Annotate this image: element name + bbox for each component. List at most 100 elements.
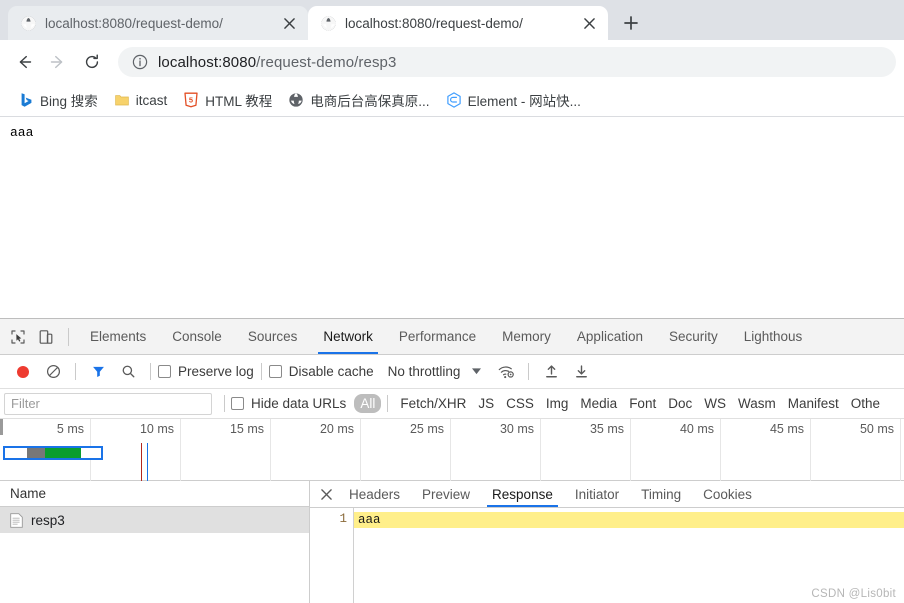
close-icon[interactable] xyxy=(280,14,298,32)
divider xyxy=(150,363,151,380)
close-icon[interactable] xyxy=(314,482,338,506)
browser-tab-2-title: localhost:8080/request-demo/ xyxy=(345,16,572,31)
filter-type-js[interactable]: JS xyxy=(472,394,500,413)
tab-security[interactable]: Security xyxy=(656,319,731,354)
tab-performance[interactable]: Performance xyxy=(386,319,489,354)
reload-icon[interactable] xyxy=(76,46,108,78)
new-tab-button[interactable] xyxy=(616,8,646,38)
tab-response[interactable]: Response xyxy=(481,481,564,507)
browser-window: localhost:8080/request-demo/ localhost:8… xyxy=(0,0,904,603)
tab-cookies-label: Cookies xyxy=(703,487,752,502)
funnel-icon[interactable] xyxy=(83,359,113,385)
bookmark-itcast[interactable]: itcast xyxy=(106,89,176,111)
timeline-tick-label: 45 ms xyxy=(770,422,810,436)
tab-response-label: Response xyxy=(492,487,553,502)
filter-type-other-label: Othe xyxy=(851,396,880,411)
filter-type-other[interactable]: Othe xyxy=(845,394,886,413)
filter-type-img[interactable]: Img xyxy=(540,394,575,413)
record-stop-icon[interactable] xyxy=(8,359,38,385)
search-input[interactable]: Filter xyxy=(4,393,212,415)
bookmark-ecommerce[interactable]: 电商后台高保真原... xyxy=(280,87,437,113)
filter-type-all[interactable]: All xyxy=(354,394,381,413)
arrow-left-icon[interactable] xyxy=(8,46,40,78)
filter-type-fetch-xhr[interactable]: Fetch/XHR xyxy=(394,394,472,413)
tab-preview[interactable]: Preview xyxy=(411,481,481,507)
address-bar[interactable]: localhost:8080/request-demo/resp3 xyxy=(118,47,896,77)
throttling-select[interactable]: No throttling xyxy=(388,364,461,379)
filter-type-wasm[interactable]: Wasm xyxy=(732,394,782,413)
timing-segment-wait xyxy=(27,448,45,458)
bookmark-bing[interactable]: Bing 搜索 xyxy=(10,87,106,113)
timeline-tick-label: 50 ms xyxy=(860,422,900,436)
request-list-header[interactable]: Name xyxy=(0,481,309,507)
request-detail-pane: Headers Preview Response Initiator Timin… xyxy=(310,481,904,603)
globe-icon xyxy=(288,92,304,108)
filter-type-font[interactable]: Font xyxy=(623,394,662,413)
devtools-tab-bar: Elements Console Sources Network Perform… xyxy=(0,319,904,355)
divider xyxy=(528,363,529,380)
page-body-text: aaa xyxy=(10,125,894,140)
chevron-down-icon[interactable] xyxy=(472,367,481,377)
device-toolbar-icon[interactable] xyxy=(32,323,60,351)
timeline-gridline xyxy=(270,419,271,481)
close-icon[interactable] xyxy=(580,14,598,32)
browser-tab-2[interactable]: localhost:8080/request-demo/ xyxy=(308,6,608,40)
upload-arrow-icon[interactable] xyxy=(536,359,566,385)
clear-icon[interactable] xyxy=(38,359,68,385)
tab-memory[interactable]: Memory xyxy=(489,319,564,354)
table-row[interactable]: resp3 xyxy=(0,507,309,533)
bookmark-itcast-label: itcast xyxy=(136,93,168,108)
hide-data-urls-checkbox[interactable]: Hide data URLs xyxy=(231,396,346,411)
checkbox-box[interactable] xyxy=(269,365,282,378)
timeline-origin-marker xyxy=(0,419,3,435)
timeline-tick-label: 20 ms xyxy=(320,422,360,436)
tab-network[interactable]: Network xyxy=(310,319,386,354)
filter-type-css[interactable]: CSS xyxy=(500,394,540,413)
disable-cache-label: Disable cache xyxy=(289,364,374,379)
page-content: aaa xyxy=(0,117,904,297)
divider xyxy=(224,395,225,412)
timeline-gridline xyxy=(360,419,361,481)
filter-type-media-label: Media xyxy=(580,396,617,411)
request-name: resp3 xyxy=(31,513,65,528)
tab-headers[interactable]: Headers xyxy=(338,481,411,507)
bookmark-html-tutorial[interactable]: 5 HTML 教程 xyxy=(175,87,280,113)
tab-elements[interactable]: Elements xyxy=(77,319,159,354)
disable-cache-checkbox[interactable]: Disable cache xyxy=(269,364,374,379)
network-bottom-split: Name resp3 Heade xyxy=(0,481,904,603)
filter-type-manifest[interactable]: Manifest xyxy=(782,394,845,413)
bookmarks-bar: Bing 搜索 itcast 5 HTML 教程 xyxy=(0,84,904,117)
tab-initiator[interactable]: Initiator xyxy=(564,481,630,507)
tab-lighthouse[interactable]: Lighthous xyxy=(731,319,816,354)
tab-cookies[interactable]: Cookies xyxy=(692,481,763,507)
network-overview-timeline[interactable]: 5 ms 10 ms 15 ms 20 ms 25 ms 30 ms 35 ms… xyxy=(0,419,904,481)
arrow-right-icon[interactable] xyxy=(42,46,74,78)
info-circle-icon[interactable] xyxy=(132,54,148,70)
bookmark-element[interactable]: Element - 网站快... xyxy=(438,87,589,113)
checkbox-box[interactable] xyxy=(158,365,171,378)
checkbox-box[interactable] xyxy=(231,397,244,410)
html5-icon: 5 xyxy=(183,92,199,108)
tab-application[interactable]: Application xyxy=(564,319,656,354)
download-arrow-icon[interactable] xyxy=(566,359,596,385)
timeline-tick-label: 25 ms xyxy=(410,422,450,436)
bookmark-bing-label: Bing 搜索 xyxy=(40,90,98,110)
timeline-tick-label: 40 ms xyxy=(680,422,720,436)
tab-console[interactable]: Console xyxy=(159,319,235,354)
preserve-log-checkbox[interactable]: Preserve log xyxy=(158,364,254,379)
browser-tab-1[interactable]: localhost:8080/request-demo/ xyxy=(8,6,308,40)
wifi-gear-icon[interactable] xyxy=(491,359,521,385)
url-path: /request-demo/resp3 xyxy=(256,54,396,71)
bookmark-ecommerce-label: 电商后台高保真原... xyxy=(310,90,429,110)
tab-elements-label: Elements xyxy=(90,329,146,344)
inspect-element-icon[interactable] xyxy=(4,323,32,351)
tab-timing[interactable]: Timing xyxy=(630,481,692,507)
search-icon[interactable] xyxy=(113,359,143,385)
hide-data-urls-label: Hide data URLs xyxy=(251,396,346,411)
filter-type-wasm-label: Wasm xyxy=(738,396,776,411)
filter-type-ws[interactable]: WS xyxy=(698,394,732,413)
tab-sources[interactable]: Sources xyxy=(235,319,311,354)
filter-type-media[interactable]: Media xyxy=(574,394,623,413)
filter-type-doc[interactable]: Doc xyxy=(662,394,698,413)
divider xyxy=(261,363,262,380)
